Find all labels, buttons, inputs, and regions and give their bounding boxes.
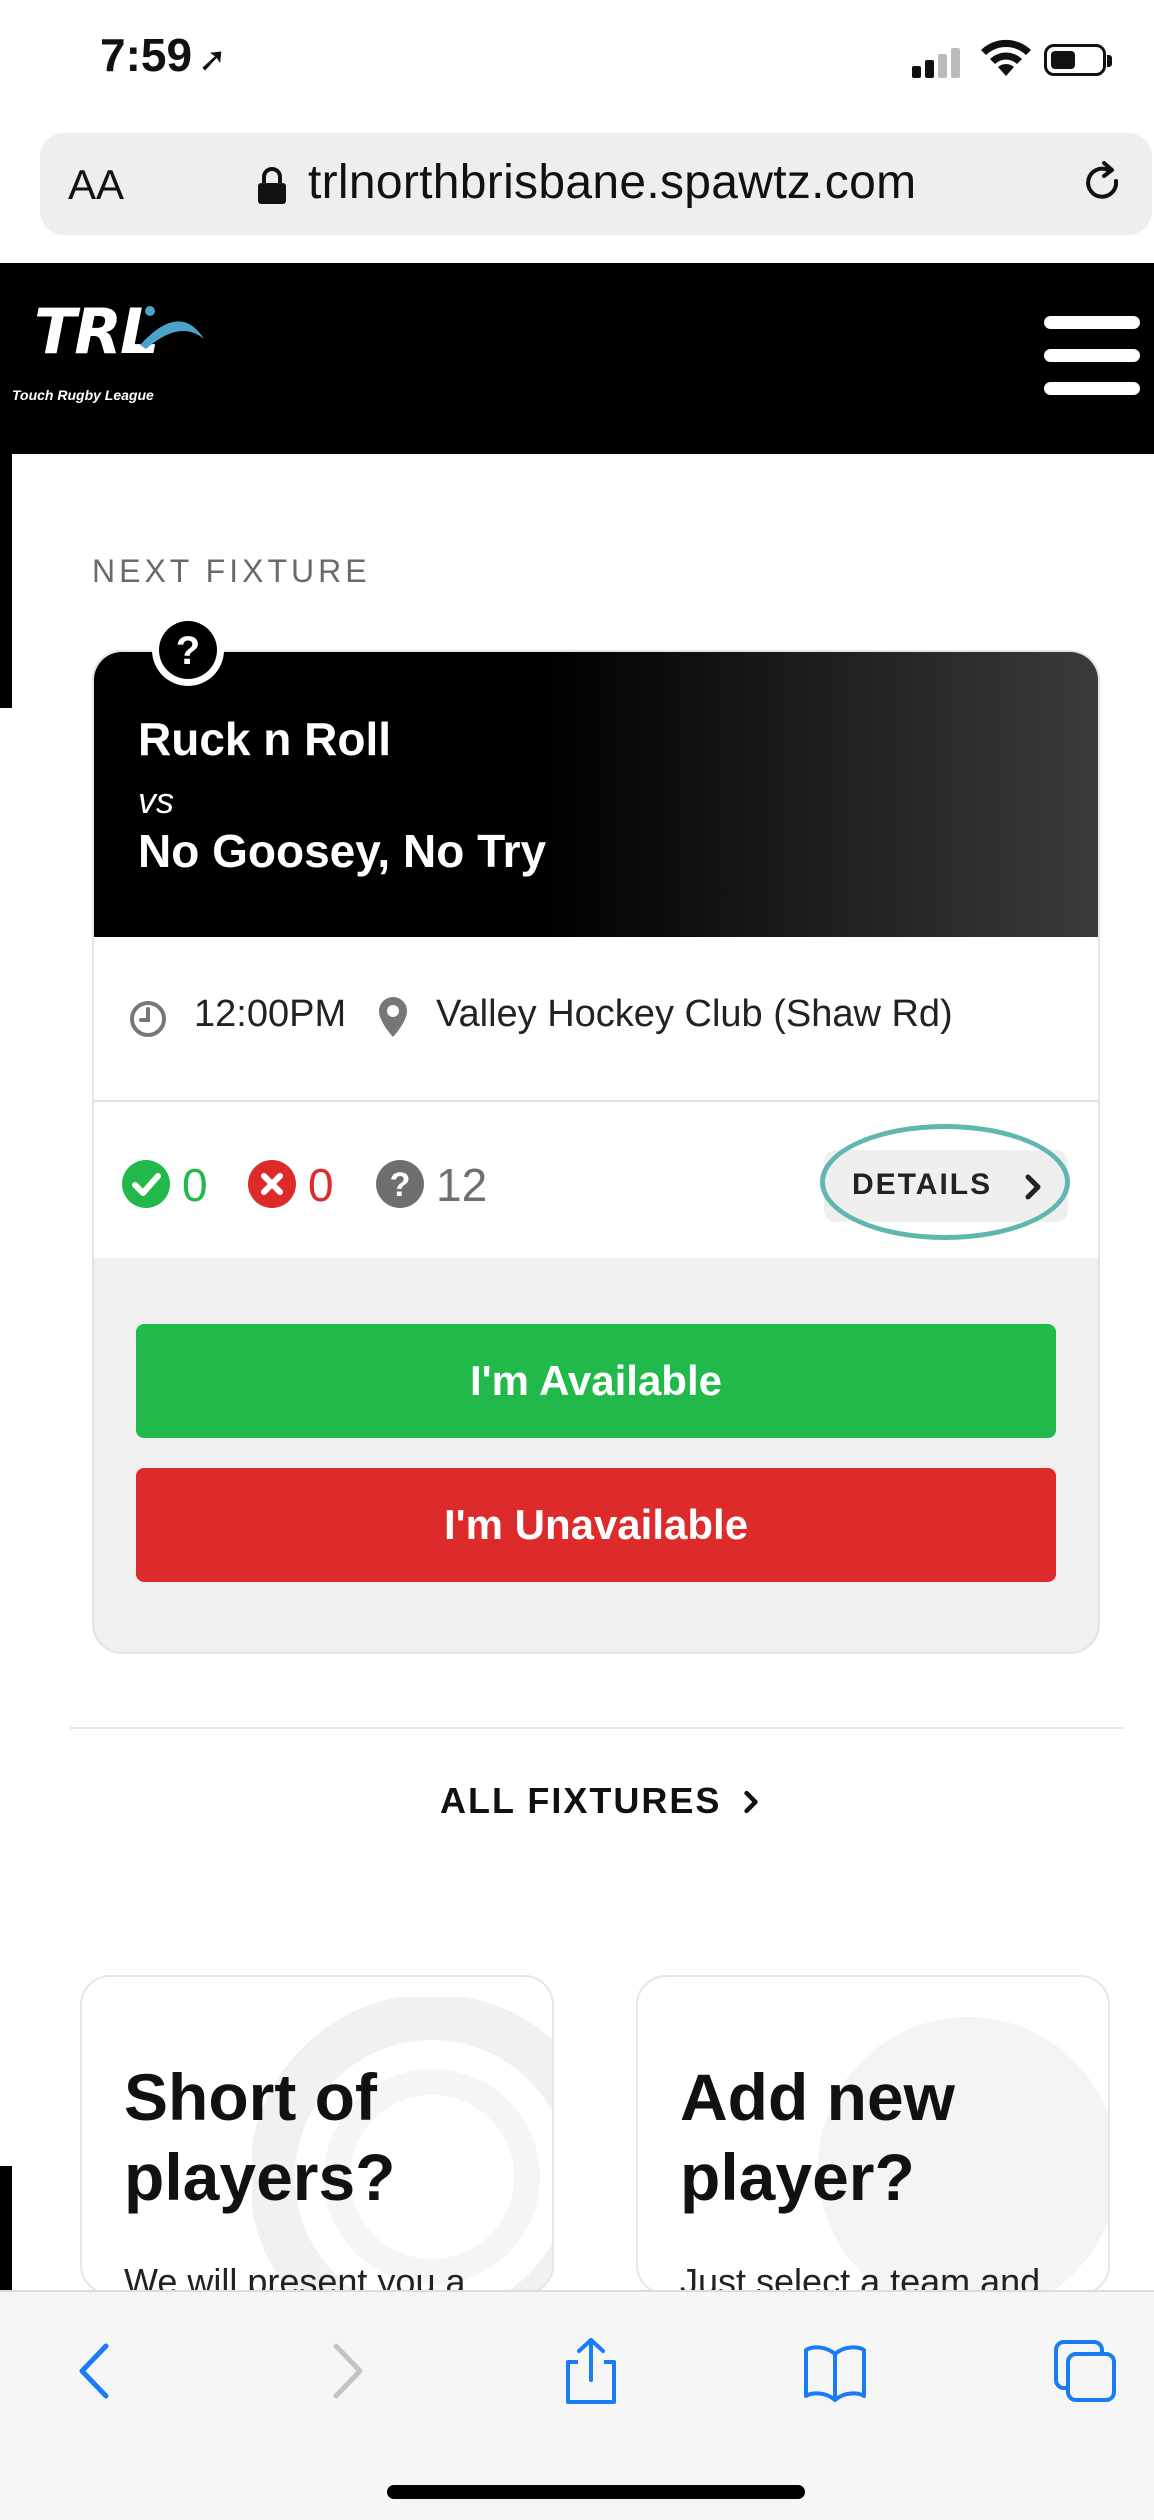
section-label-next-fixture: NEXT FIXTURE — [92, 553, 371, 589]
text-size-label: AA — [68, 161, 125, 208]
svg-text:?: ? — [176, 629, 200, 673]
x-circle-icon — [248, 1160, 296, 1208]
forward-icon[interactable] — [310, 2336, 380, 2406]
details-highlight-ring — [820, 1124, 1070, 1240]
fixture-header: Ruck n Roll vs No Goosey, No Try — [94, 652, 1098, 937]
all-fixtures-link[interactable]: ALL FIXTURES — [440, 1780, 759, 1822]
status-time: 7:59 ➚ — [100, 28, 227, 82]
svg-text:?: ? — [390, 1166, 411, 1204]
status-time-text: 7:59 — [100, 29, 193, 81]
edge-strip — [0, 2166, 12, 2290]
question-circle-icon: ? — [376, 1160, 424, 1208]
fixture-info: 12:00PM Valley Hockey Club (Shaw Rd) — [94, 937, 1098, 1102]
reload-icon[interactable] — [1078, 159, 1128, 209]
edge-strip — [0, 454, 12, 708]
location-pin-icon — [379, 997, 407, 1037]
back-icon[interactable] — [62, 2336, 132, 2406]
wifi-icon — [981, 39, 1031, 76]
share-icon[interactable] — [556, 2336, 626, 2406]
promo-card-short-of-players[interactable]: Short of players? We will present you a — [80, 1975, 554, 2295]
fixture-time: 12:00PM — [194, 993, 347, 1035]
divider — [70, 1727, 1124, 1729]
help-badge-icon[interactable]: ? — [150, 612, 226, 688]
unavailable-count: 0 — [308, 1159, 334, 1211]
cellular-signal-icon — [912, 44, 962, 78]
available-button[interactable]: I'm Available — [136, 1324, 1056, 1438]
unknown-count: 12 — [436, 1159, 488, 1211]
check-circle-icon — [122, 1160, 170, 1208]
promo-title-line: player? — [680, 2140, 915, 2214]
lock-icon — [258, 167, 286, 204]
team-away: No Goosey, No Try — [138, 825, 547, 877]
chevron-right-icon — [744, 1790, 759, 1814]
status-bar: 7:59 ➚ — [0, 0, 1154, 120]
promo-title: Add new player? — [680, 2057, 955, 2217]
all-fixtures-label: ALL FIXTURES — [440, 1780, 722, 1821]
promo-title-line: Short of — [124, 2060, 377, 2134]
text-size-button[interactable]: AA — [68, 161, 124, 209]
team-home: Ruck n Roll — [138, 713, 392, 765]
home-indicator[interactable] — [387, 2485, 805, 2499]
logo-swoosh-icon — [140, 306, 204, 349]
bookmarks-icon[interactable] — [800, 2336, 870, 2406]
vs-label: vs — [138, 780, 174, 821]
menu-icon[interactable] — [1044, 316, 1140, 396]
trl-logo[interactable]: TRL Touch Rugby League — [12, 295, 212, 407]
url-text[interactable]: trlnorthbrisbane.spawtz.com — [308, 155, 916, 210]
address-bar[interactable]: AA trlnorthbrisbane.spawtz.com — [40, 133, 1152, 235]
promo-title: Short of players? — [124, 2057, 395, 2217]
clock-icon — [130, 1001, 166, 1037]
logo-subtitle: Touch Rugby League — [12, 387, 154, 403]
available-count: 0 — [182, 1159, 208, 1211]
promo-card-add-new-player[interactable]: Add new player? Just select a team and — [636, 1975, 1110, 2295]
promo-title-line: Add new — [680, 2060, 955, 2134]
fixture-venue: Valley Hockey Club (Shaw Rd) — [436, 993, 953, 1035]
battery-icon — [1044, 44, 1112, 76]
tabs-icon[interactable] — [1050, 2336, 1120, 2406]
location-arrow-icon: ➚ — [198, 41, 227, 79]
unavailable-button[interactable]: I'm Unavailable — [136, 1468, 1056, 1582]
promo-title-line: players? — [124, 2140, 396, 2214]
